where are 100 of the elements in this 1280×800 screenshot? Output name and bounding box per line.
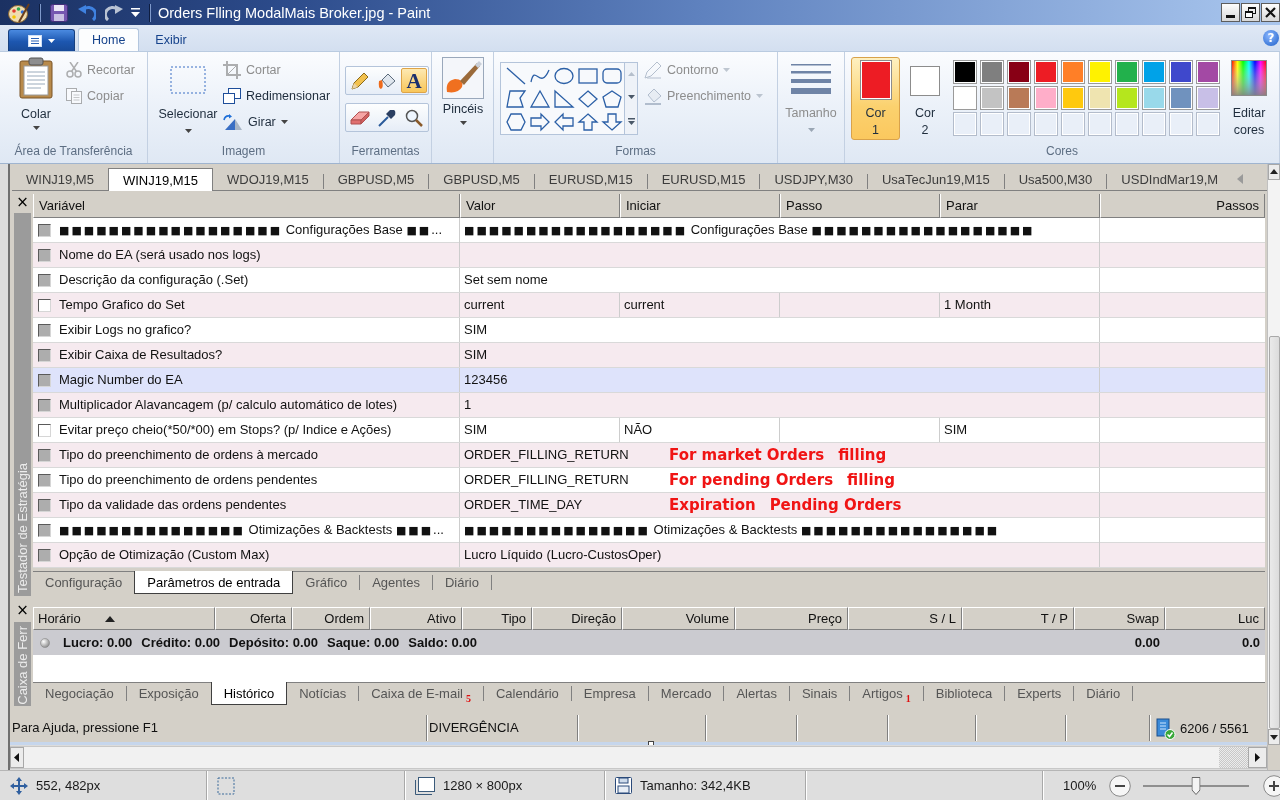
column-header[interactable]: Swap xyxy=(1074,607,1165,630)
tab[interactable]: UsaTecJun19,M15 xyxy=(867,169,1004,190)
up-arrow-shape-icon[interactable] xyxy=(578,113,598,131)
tab[interactable]: GBPUSD,M5 xyxy=(429,169,534,190)
tab[interactable]: Calendário xyxy=(483,683,571,704)
column-header[interactable]: Volume xyxy=(622,607,735,630)
tab[interactable]: Parâmetros de entrada xyxy=(134,571,294,594)
tab[interactable]: EURUSD,M15 xyxy=(647,169,760,190)
scrollbar-thumb[interactable] xyxy=(1219,747,1248,768)
tab[interactable]: Diário xyxy=(1074,683,1133,704)
close-button[interactable]: × xyxy=(13,194,32,211)
slider-thumb[interactable] xyxy=(1191,776,1201,795)
tab[interactable]: GBPUSD,M5 xyxy=(323,169,429,190)
secondary-color-button[interactable]: Cor 2 xyxy=(905,57,945,140)
color-swatch[interactable] xyxy=(1115,60,1139,84)
gallery-more-icon[interactable] xyxy=(627,117,635,125)
tab[interactable]: Artigos 1 xyxy=(850,683,923,704)
tab[interactable]: Exposição xyxy=(126,683,211,704)
color-swatch[interactable] xyxy=(980,60,1004,84)
tab[interactable]: Diário xyxy=(432,572,491,593)
color-swatch[interactable] xyxy=(1169,86,1193,110)
brushes-button[interactable]: Pincéis xyxy=(435,57,491,144)
redo-icon[interactable] xyxy=(105,4,123,21)
color-swatch[interactable] xyxy=(1115,86,1139,110)
polygon-shape-icon[interactable] xyxy=(506,90,526,108)
color-swatch[interactable] xyxy=(953,60,977,84)
down-arrow-shape-icon[interactable] xyxy=(602,113,622,131)
color-swatch[interactable] xyxy=(1007,60,1031,84)
color-swatch[interactable] xyxy=(1196,86,1220,110)
close-button[interactable]: × xyxy=(13,602,32,619)
column-header[interactable]: Tipo xyxy=(462,607,532,630)
tab[interactable]: WINJ19,M5 xyxy=(12,169,108,190)
oval-shape-icon[interactable] xyxy=(554,67,574,85)
column-header[interactable]: T / P xyxy=(962,607,1074,630)
color-swatch[interactable] xyxy=(1142,86,1166,110)
scroll-down-icon[interactable] xyxy=(627,95,635,99)
pentagon-shape-icon[interactable] xyxy=(602,90,622,108)
color-swatch[interactable] xyxy=(1034,86,1058,110)
table-row[interactable]: Evitar preço cheio(*50/*00) em Stops? (p/ Indice e Ações) SIM NÃO SIM xyxy=(33,418,1265,443)
tab[interactable]: Alertas xyxy=(724,683,789,704)
tab[interactable]: Gráfico xyxy=(293,572,360,593)
tab[interactable]: WDOJ19,M15 xyxy=(213,169,323,190)
rounded-rectangle-shape-icon[interactable] xyxy=(602,67,622,85)
diamond-shape-icon[interactable] xyxy=(578,90,598,108)
color-swatch[interactable] xyxy=(953,86,977,110)
tab[interactable]: EURUSD,M15 xyxy=(534,169,647,190)
tab[interactable]: USDJPY,M30 xyxy=(760,169,867,190)
hexagon-shape-icon[interactable] xyxy=(506,113,526,131)
undo-icon[interactable] xyxy=(78,4,96,21)
left-arrow-shape-icon[interactable] xyxy=(554,113,574,131)
app-menu-button[interactable] xyxy=(8,29,75,51)
triangle-shape-icon[interactable] xyxy=(530,90,550,108)
palette-icon[interactable] xyxy=(8,2,30,23)
caret-icon[interactable] xyxy=(131,8,140,17)
resize-button[interactable]: Redimensionar xyxy=(223,83,334,109)
table-row[interactable]: Tempo Grafico do Set current current 1 Month xyxy=(33,293,1265,318)
paste-button[interactable]: Colar xyxy=(12,57,60,144)
tab[interactable]: Notícias xyxy=(287,683,359,704)
close-button[interactable] xyxy=(1261,3,1280,22)
column-header[interactable]: Direção xyxy=(532,607,622,630)
tab[interactable]: Agentes xyxy=(360,572,432,593)
color-swatch[interactable] xyxy=(980,86,1004,110)
edit-colors-button[interactable]: Editar cores xyxy=(1227,57,1271,144)
right-arrow-shape-icon[interactable] xyxy=(530,113,550,131)
select-button[interactable]: Selecionar xyxy=(153,57,223,144)
color-swatch[interactable] xyxy=(1088,60,1112,84)
tab[interactable]: Experts xyxy=(1005,683,1074,704)
curve-shape-icon[interactable] xyxy=(530,67,550,85)
line-shape-icon[interactable] xyxy=(506,67,526,85)
column-header[interactable]: Preço xyxy=(735,607,848,630)
column-header[interactable]: Ativo xyxy=(370,607,462,630)
checkbox[interactable] xyxy=(38,423,51,437)
column-header[interactable]: Horário xyxy=(33,607,215,630)
right-triangle-shape-icon[interactable] xyxy=(554,90,574,108)
tab[interactable]: Mercado xyxy=(648,683,724,704)
ribbon-tab[interactable]: Home xyxy=(78,28,140,51)
column-header[interactable]: Oferta xyxy=(215,607,292,630)
color-swatch[interactable] xyxy=(1061,86,1085,110)
tab[interactable]: Configuração xyxy=(33,572,135,593)
scrollbar-thumb[interactable] xyxy=(1269,336,1280,729)
tab[interactable]: Usa500,M30 xyxy=(1004,169,1107,190)
color-swatch[interactable] xyxy=(1169,60,1193,84)
text-tool-button[interactable]: A xyxy=(401,68,427,93)
column-header[interactable]: S / L xyxy=(848,607,962,630)
tab[interactable]: Sinais xyxy=(789,683,850,704)
color-swatch[interactable] xyxy=(1196,60,1220,84)
tab[interactable]: Caixa de E-mail 5 xyxy=(359,683,483,704)
tab[interactable]: Empresa xyxy=(571,683,648,704)
tab[interactable]: Histórico xyxy=(210,682,288,705)
restore-button[interactable] xyxy=(1241,3,1260,22)
color-swatch[interactable] xyxy=(1142,60,1166,84)
column-header[interactable]: Luc xyxy=(1165,607,1265,630)
column-header[interactable]: Ordem xyxy=(292,607,370,630)
tab[interactable]: Biblioteca xyxy=(923,683,1005,704)
color-swatch[interactable] xyxy=(1061,60,1085,84)
zoom-out-icon[interactable] xyxy=(1109,774,1132,797)
checkbox[interactable] xyxy=(38,298,51,312)
rectangle-shape-icon[interactable] xyxy=(578,67,598,85)
tab[interactable]: Negociação xyxy=(33,683,126,704)
save-icon[interactable] xyxy=(50,3,68,22)
